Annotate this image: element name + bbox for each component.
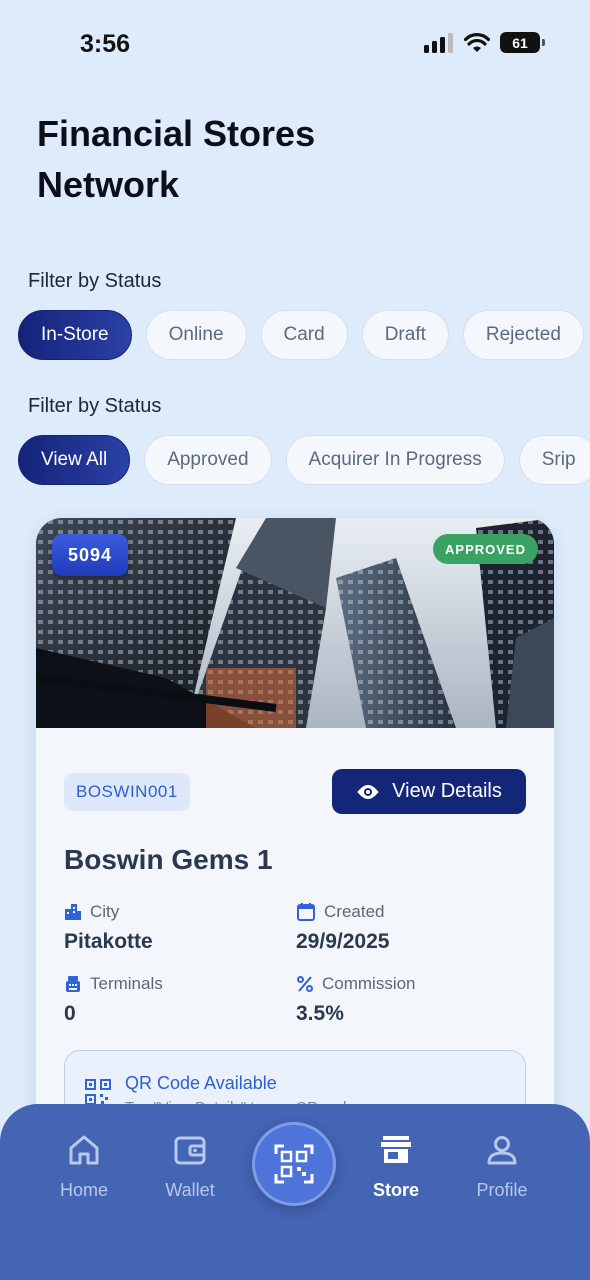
view-details-button[interactable]: View Details xyxy=(332,769,526,814)
nav-store-label: Store xyxy=(372,1180,419,1200)
view-details-label: View Details xyxy=(392,780,502,802)
status-time: 3:56 xyxy=(80,30,131,58)
city-label: City xyxy=(90,902,120,921)
city-icon xyxy=(65,904,81,920)
eye-icon xyxy=(357,784,380,799)
commission-value: 3.5% xyxy=(296,1002,344,1025)
scan-qr-button[interactable] xyxy=(252,1122,336,1206)
nav-home-label: Home xyxy=(59,1180,108,1200)
bottom-nav: Home Wallet Store Profile xyxy=(0,1104,590,1280)
wifi-icon xyxy=(464,32,490,52)
store-id-badge: 5094 xyxy=(52,534,129,576)
chip-rejected[interactable]: Rejected xyxy=(462,310,584,360)
terminal-icon xyxy=(66,976,80,992)
info-created: Created 29/9/2025 xyxy=(296,902,516,954)
chip-approved[interactable]: Approved xyxy=(144,435,272,485)
info-city: City Pitakotte xyxy=(64,902,284,954)
home-icon xyxy=(69,1135,99,1165)
battery-icon: 61 xyxy=(500,32,545,53)
store-name: Boswin Gems 1 xyxy=(64,844,273,875)
store-icon xyxy=(381,1136,411,1163)
filter-label-status: Filter by Status xyxy=(28,395,162,417)
city-value: Pitakotte xyxy=(64,930,153,953)
created-value: 29/9/2025 xyxy=(296,930,390,953)
chip-online[interactable]: Online xyxy=(145,310,247,360)
signal-icon xyxy=(424,32,453,53)
created-label: Created xyxy=(324,902,385,921)
nav-home[interactable]: Home xyxy=(34,1134,134,1201)
store-hero-image: 5094 APPROVED xyxy=(36,518,554,728)
chip-acquirer-in-progress[interactable]: Acquirer In Progress xyxy=(285,435,505,485)
chip-in-store[interactable]: In-Store xyxy=(18,310,132,360)
qr-code-icon xyxy=(85,1079,111,1105)
status-bar: 3:56 61 xyxy=(0,0,590,90)
filter-label-type: Filter by Status xyxy=(28,270,162,292)
commission-label: Commission xyxy=(322,974,416,993)
status-icons: 61 xyxy=(424,32,545,53)
chip-view-all[interactable]: View All xyxy=(18,435,131,485)
nav-profile-label: Profile xyxy=(476,1180,528,1200)
terminals-value: 0 xyxy=(64,1002,76,1025)
info-commission: Commission 3.5% xyxy=(296,974,516,1026)
wallet-icon xyxy=(174,1136,206,1165)
scan-icon xyxy=(274,1144,314,1184)
info-terminals: Terminals 0 xyxy=(64,974,284,1026)
filter-chip-row-type: In-Store Online Card Draft Rejected xyxy=(18,310,584,360)
calendar-icon xyxy=(297,903,315,921)
status-badge: APPROVED xyxy=(433,534,538,564)
filter-chip-row-status: View All Approved Acquirer In Progress S… xyxy=(18,435,590,485)
chip-srip[interactable]: Srip xyxy=(518,435,590,485)
store-code-tag: BOSWIN001 xyxy=(64,773,190,811)
profile-icon xyxy=(487,1136,517,1165)
nav-profile[interactable]: Profile xyxy=(452,1134,552,1201)
chip-card[interactable]: Card xyxy=(260,310,348,360)
percent-icon xyxy=(297,976,313,992)
qr-title: QR Code Available xyxy=(125,1073,277,1093)
nav-wallet-label: Wallet xyxy=(165,1180,215,1200)
terminals-label: Terminals xyxy=(90,974,163,993)
page-title: Financial Stores Network xyxy=(37,113,316,205)
chip-draft[interactable]: Draft xyxy=(361,310,449,360)
nav-store[interactable]: Store xyxy=(346,1134,446,1201)
nav-wallet[interactable]: Wallet xyxy=(140,1134,240,1201)
